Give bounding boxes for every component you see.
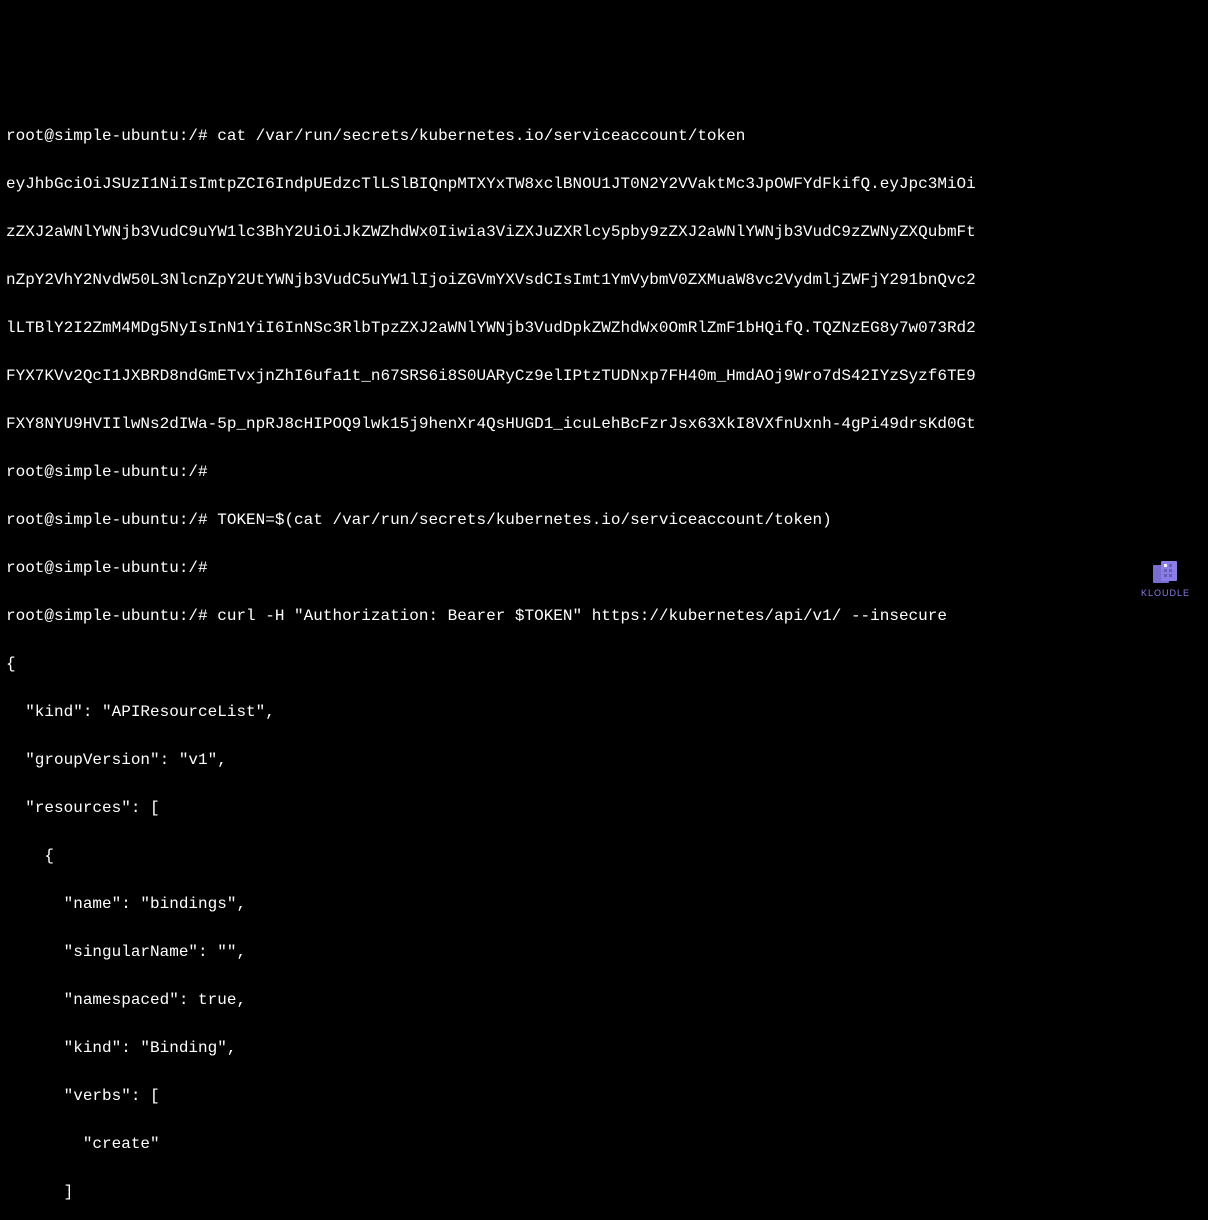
kloudle-icon: [1151, 561, 1179, 585]
output-line: "verbs": [: [6, 1084, 1202, 1108]
shell-prompt: root@simple-ubuntu:/#: [6, 511, 208, 529]
shell-command: TOKEN=$(cat /var/run/secrets/kubernetes.…: [208, 511, 832, 529]
kloudle-text: KLOUDLE: [1141, 587, 1190, 601]
output-line: FXY8NYU9HVIIlwNs2dIWa-5p_npRJ8cHIPOQ9lwk…: [6, 412, 1202, 436]
output-line: eyJhbGciOiJSUzI1NiIsImtpZCI6IndpUEdzcTlL…: [6, 172, 1202, 196]
output-line: ]: [6, 1180, 1202, 1204]
shell-prompt: root@simple-ubuntu:/#: [6, 463, 208, 481]
output-line: "resources": [: [6, 796, 1202, 820]
output-line: "namespaced": true,: [6, 988, 1202, 1012]
output-line: "name": "bindings",: [6, 892, 1202, 916]
output-line: zZXJ2aWNlYWNjb3VudC9uYW1lc3BhY2UiOiJkZWZ…: [6, 220, 1202, 244]
output-line: nZpY2VhY2NvdW50L3NlcnZpY2UtYWNjb3VudC5uY…: [6, 268, 1202, 292]
output-line: "create": [6, 1132, 1202, 1156]
output-line: "groupVersion": "v1",: [6, 748, 1202, 772]
shell-prompt: root@simple-ubuntu:/#: [6, 127, 208, 145]
terminal-output[interactable]: root@simple-ubuntu:/# cat /var/run/secre…: [6, 100, 1202, 1220]
kloudle-logo: KLOUDLE: [1141, 561, 1190, 601]
shell-prompt: root@simple-ubuntu:/#: [6, 559, 208, 577]
output-line: {: [6, 844, 1202, 868]
output-line: {: [6, 652, 1202, 676]
output-line: lLTBlY2I2ZmM4MDg5NyIsInN1YiI6InNSc3RlbTp…: [6, 316, 1202, 340]
output-line: "singularName": "",: [6, 940, 1202, 964]
shell-command: cat /var/run/secrets/kubernetes.io/servi…: [208, 127, 746, 145]
output-line: "kind": "APIResourceList",: [6, 700, 1202, 724]
output-line: FYX7KVv2QcI1JXBRD8ndGmETvxjnZhI6ufa1t_n6…: [6, 364, 1202, 388]
output-line: "kind": "Binding",: [6, 1036, 1202, 1060]
